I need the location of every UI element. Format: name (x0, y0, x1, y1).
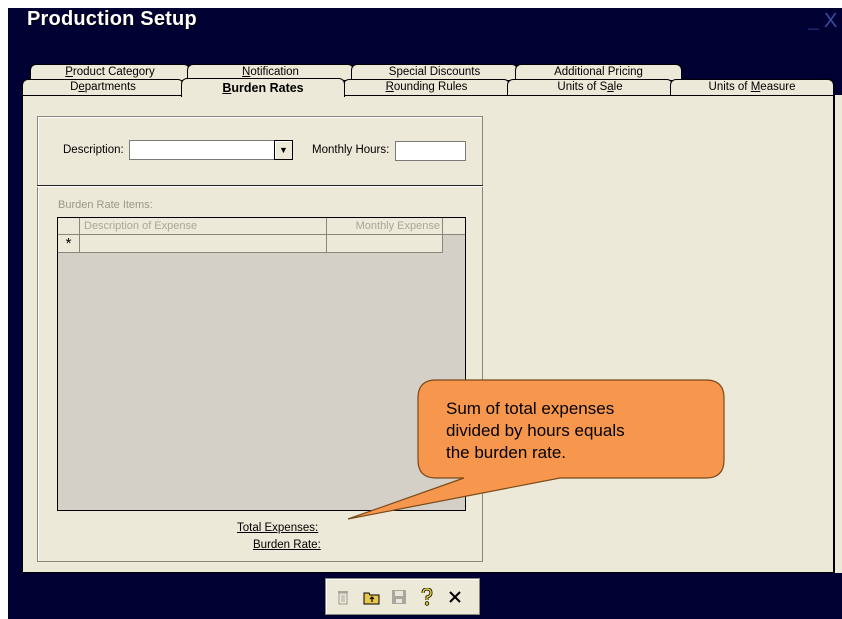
tab-product-category[interactable]: Product Category (30, 64, 190, 80)
description-label: Description: (63, 144, 124, 156)
grid-corner (58, 218, 80, 235)
tab-units-of-measure[interactable]: Units of Measure (670, 79, 834, 95)
grid-header: Description of Expense Monthly Expense (58, 218, 465, 235)
close-icon[interactable] (445, 587, 465, 607)
tab-burden-rates[interactable]: Burden Rates (181, 78, 345, 97)
burden-rate-label: Burden Rate: (253, 539, 321, 551)
delete-icon[interactable] (333, 587, 353, 607)
column-header-monthly-expense[interactable]: Monthly Expense (327, 218, 443, 235)
window-title: Production Setup (27, 8, 197, 30)
open-folder-icon[interactable] (362, 587, 382, 607)
help-icon[interactable] (417, 587, 437, 607)
burden-rate-items-grid[interactable]: Description of Expense Monthly Expense * (57, 217, 466, 511)
cell-description[interactable] (80, 235, 327, 253)
tab-departments[interactable]: Departments (22, 79, 184, 95)
total-expenses-label: Total Expenses: (237, 522, 319, 534)
save-icon[interactable] (389, 587, 409, 607)
monthly-hours-input[interactable] (395, 141, 466, 161)
tab-rounding-rules[interactable]: Rounding Rules (343, 79, 510, 95)
burden-rate-items-label: Burden Rate Items: (58, 199, 153, 211)
callout-line: divided by hours equals (446, 421, 625, 440)
tab-units-of-sale[interactable]: Units of Sale (507, 79, 673, 95)
close-window-button[interactable]: X (824, 10, 837, 33)
cell-monthly-expense[interactable] (327, 235, 443, 253)
table-row[interactable]: * (58, 235, 443, 253)
monthly-hours-label: Monthly Hours: (312, 144, 390, 156)
callout-line: Sum of total expenses (446, 399, 615, 418)
bottom-toolbar (325, 578, 480, 615)
burden-rates-panel: Description: ▼ Monthly Hours: Burden Rat… (22, 95, 834, 573)
panel-right-edge (834, 95, 842, 573)
tab-additional-pricing[interactable]: Additional Pricing (515, 64, 682, 80)
section-divider (37, 185, 483, 187)
chevron-down-icon[interactable]: ▼ (274, 140, 293, 160)
description-combo[interactable] (129, 140, 274, 160)
minimize-button[interactable]: _ (808, 10, 819, 33)
callout-text: Sum of total expenses divided by hours e… (446, 398, 706, 464)
callout-line: the burden rate. (446, 443, 567, 462)
column-header-description[interactable]: Description of Expense (80, 218, 327, 235)
new-row-marker: * (58, 235, 80, 253)
tab-special-discounts[interactable]: Special Discounts (351, 64, 518, 80)
